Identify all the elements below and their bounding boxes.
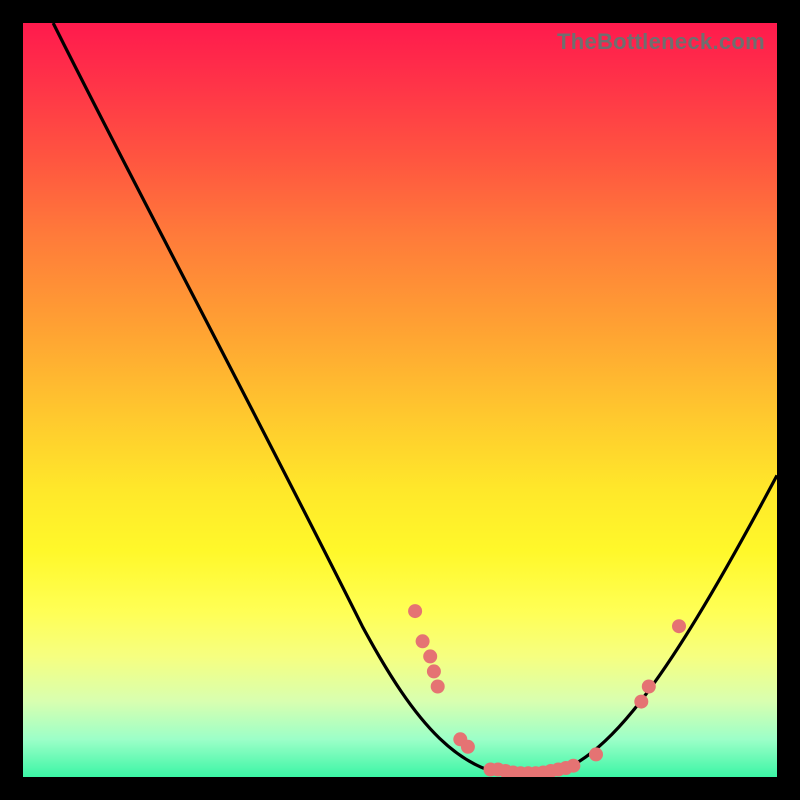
- chart-stage: TheBottleneck.com: [0, 0, 800, 800]
- curve-layer: [23, 23, 777, 777]
- bottleneck-curve: [53, 23, 777, 777]
- data-point: [423, 649, 437, 663]
- data-point: [416, 634, 430, 648]
- data-point: [431, 680, 445, 694]
- data-point: [461, 740, 475, 754]
- data-point: [634, 695, 648, 709]
- data-point: [408, 604, 422, 618]
- plot-area: TheBottleneck.com: [23, 23, 777, 777]
- data-point: [589, 747, 603, 761]
- data-point: [427, 664, 441, 678]
- data-point: [672, 619, 686, 633]
- data-point: [642, 680, 656, 694]
- data-point: [566, 759, 580, 773]
- data-points: [408, 604, 686, 777]
